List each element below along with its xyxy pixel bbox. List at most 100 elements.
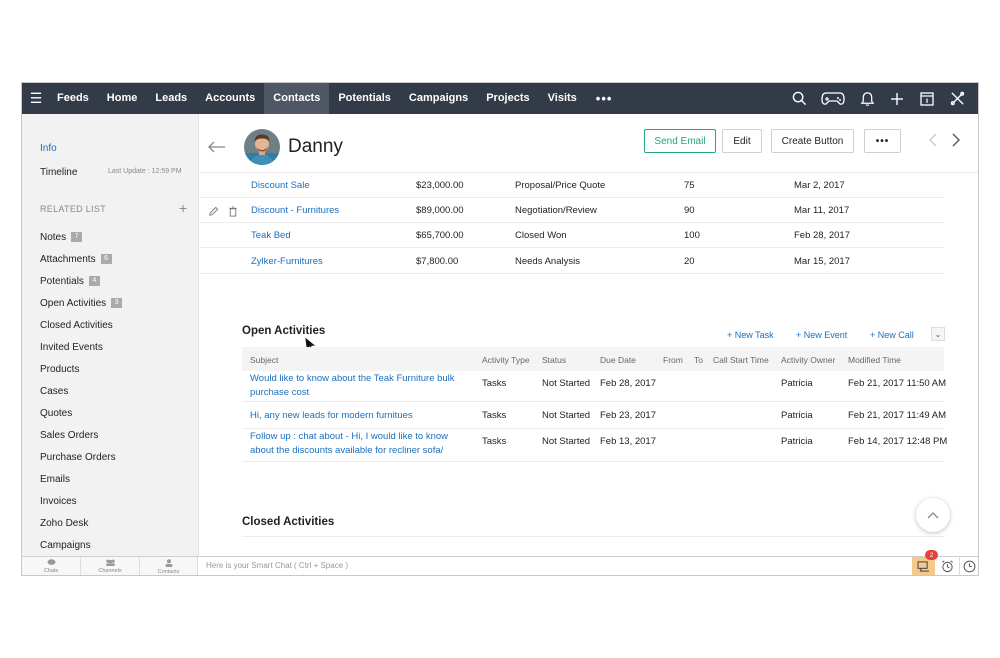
smart-chat-input[interactable]: Here is your Smart Chat ( Ctrl + Space )	[206, 561, 348, 570]
activity-type: Tasks	[482, 378, 507, 389]
potential-name-link[interactable]: Discount - Furnitures	[251, 205, 339, 216]
sidebar-item-notes[interactable]: Notes 7	[40, 226, 190, 248]
activity-row: Follow up : chat about - Hi, I would lik…	[242, 429, 947, 462]
nav-tab-feeds[interactable]: Feeds	[48, 83, 98, 114]
sidebar-item-emails[interactable]: Emails	[40, 468, 190, 490]
alarm-clock-icon[interactable]	[937, 557, 958, 575]
sidebar-item-label: Purchase Orders	[40, 451, 116, 463]
sidebar-item-invited-events[interactable]: Invited Events	[40, 336, 190, 358]
potential-closing-date: Mar 15, 2017	[794, 256, 850, 267]
potential-stage: Closed Won	[515, 230, 567, 241]
col-activity-owner[interactable]: Activity Owner	[781, 355, 835, 365]
activity-modified-time: Feb 21, 2017 11:49 AM	[848, 410, 947, 421]
edit-pencil-icon[interactable]	[208, 204, 219, 222]
sidebar-item-sales-orders[interactable]: Sales Orders	[40, 424, 190, 446]
nav-tab-contacts[interactable]: Contacts	[264, 83, 330, 114]
potential-probability: 20	[684, 256, 695, 267]
back-arrow-icon[interactable]	[208, 140, 226, 158]
activity-status: Not Started	[542, 378, 591, 389]
sidebar-item-potentials[interactable]: Potentials 4	[40, 270, 190, 292]
channels-label: Channels	[98, 568, 122, 574]
nav-tab-projects[interactable]: Projects	[477, 83, 538, 114]
chevron-down-icon[interactable]: ⌄	[931, 327, 945, 341]
sidebar-item-closed-activities[interactable]: Closed Activities	[40, 314, 190, 336]
scroll-to-top-button[interactable]	[916, 498, 950, 532]
nav-tab-visits[interactable]: Visits	[539, 83, 586, 114]
nav-tab-home[interactable]: Home	[98, 83, 147, 114]
related-list-heading: RELATED LIST	[40, 204, 106, 214]
potential-row: Zylker-Furnitures $7,800.00 Needs Analysis…	[200, 249, 944, 274]
sidebar-item-zoho-desk[interactable]: Zoho Desk	[40, 512, 190, 534]
delete-trash-icon[interactable]	[228, 204, 238, 222]
col-from[interactable]: From	[663, 355, 683, 365]
row-action-icons	[208, 204, 238, 222]
add-related-list-icon[interactable]: +	[179, 200, 187, 216]
next-record-icon[interactable]	[951, 133, 961, 152]
col-due-date[interactable]: Due Date	[600, 355, 636, 365]
nav-icon-group	[784, 83, 972, 114]
bell-icon[interactable]	[852, 83, 882, 114]
calendar-icon[interactable]	[912, 83, 942, 114]
edit-button[interactable]: Edit	[722, 129, 762, 153]
col-status[interactable]: Status	[542, 355, 566, 365]
sidebar-item-campaigns[interactable]: Campaigns	[40, 534, 190, 556]
nav-more-button[interactable]: •••	[586, 91, 623, 106]
create-button[interactable]: Create Button	[771, 129, 854, 153]
search-icon[interactable]	[784, 83, 814, 114]
hamburger-menu-icon[interactable]: ☰	[24, 83, 48, 114]
potential-closing-date: Feb 28, 2017	[794, 230, 850, 241]
potential-probability: 75	[684, 180, 695, 191]
activity-status: Not Started	[542, 410, 591, 421]
activity-subject-link[interactable]: Would like to know about the Teak Furnit…	[250, 372, 470, 400]
new-task-link[interactable]: + New Task	[727, 330, 774, 340]
activity-subject-link[interactable]: Hi, any new leads for modern furnitues	[250, 409, 470, 423]
sidebar-item-products[interactable]: Products	[40, 358, 190, 380]
plus-icon[interactable]	[882, 83, 912, 114]
chats-label: Chats	[43, 568, 59, 574]
sidebar-item-purchase-orders[interactable]: Purchase Orders	[40, 446, 190, 468]
contact-avatar	[244, 129, 280, 165]
sidebar-info-link[interactable]: Info	[40, 143, 57, 154]
previous-record-icon[interactable]	[928, 133, 938, 152]
new-call-link[interactable]: + New Call	[870, 330, 914, 340]
potential-probability: 100	[684, 230, 700, 241]
sidebar-item-open-activities[interactable]: Open Activities 3	[40, 292, 190, 314]
col-modified-time[interactable]: Modified Time	[848, 355, 901, 365]
gamepad-icon[interactable]	[814, 83, 852, 114]
nav-tab-campaigns[interactable]: Campaigns	[400, 83, 477, 114]
col-subject[interactable]: Subject	[250, 355, 278, 365]
activity-row: Hi, any new leads for modern furnitues Ta…	[242, 402, 947, 429]
sidebar-item-cases[interactable]: Cases	[40, 380, 190, 402]
nav-tab-leads[interactable]: Leads	[146, 83, 196, 114]
nav-tab-potentials[interactable]: Potentials	[329, 83, 400, 114]
activity-due-date: Feb 23, 2017	[600, 410, 656, 421]
sidebar-item-attachments[interactable]: Attachments 6	[40, 248, 190, 270]
channels-tab[interactable]: Channels	[81, 557, 140, 575]
activity-owner: Patricia	[781, 378, 813, 389]
related-list: Notes 7 Attachments 6 Potentials 4 Open Activi…	[40, 226, 190, 556]
tools-icon[interactable]	[942, 83, 972, 114]
count-badge: 6	[100, 254, 112, 264]
sidebar-timeline-link[interactable]: Timeline	[40, 167, 77, 178]
chat-bubble-icon	[47, 559, 56, 568]
sidebar-item-invoices[interactable]: Invoices	[40, 490, 190, 512]
nav-tab-accounts[interactable]: Accounts	[196, 83, 264, 114]
col-call-start-time[interactable]: Call Start Time	[713, 355, 769, 365]
activity-owner: Patricia	[781, 410, 813, 421]
activity-subject-link[interactable]: Follow up : chat about - Hi, I would lik…	[250, 430, 470, 458]
potential-name-link[interactable]: Zylker-Furnitures	[251, 256, 323, 267]
col-activity-type[interactable]: Activity Type	[482, 355, 530, 365]
send-email-button[interactable]: Send Email	[644, 129, 716, 153]
new-event-link[interactable]: + New Event	[796, 330, 847, 340]
clock-icon[interactable]	[959, 557, 978, 575]
col-to[interactable]: To	[694, 355, 703, 365]
sidebar-item-quotes[interactable]: Quotes	[40, 402, 190, 424]
chats-tab[interactable]: Chats	[22, 557, 81, 575]
contacts-tab[interactable]: Contacts	[140, 557, 198, 575]
potential-name-link[interactable]: Discount Sale	[251, 180, 310, 191]
sidebar-item-label: Zoho Desk	[40, 517, 89, 529]
more-actions-button[interactable]: •••	[864, 129, 901, 153]
potential-name-link[interactable]: Teak Bed	[251, 230, 291, 241]
sidebar: Info Timeline Last Update : 12:59 PM REL…	[22, 114, 199, 556]
top-navigation: ☰ Feeds Home Leads Accounts Contacts Pot…	[22, 83, 978, 114]
